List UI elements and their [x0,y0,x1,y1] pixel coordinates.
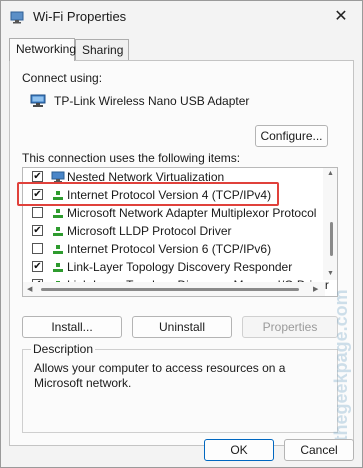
scroll-up-icon[interactable]: ▲ [327,170,334,177]
list-item[interactable]: ✔ Microsoft LLDP Protocol Driver [23,222,319,240]
item-label: Link-Layer Topology Discovery Responder [67,260,293,274]
scroll-right-icon[interactable]: ▶ [313,285,318,293]
properties-button[interactable]: Properties [242,316,338,338]
ipv4-highlight-box [17,182,279,206]
install-button[interactable]: Install... [22,316,122,338]
watermark: @thegeekpage.com [331,289,357,461]
protocol-icon [53,263,63,272]
network-adapter-icon [30,94,46,107]
item-label: Microsoft LLDP Protocol Driver [67,224,232,238]
list-item[interactable]: ✔ Link-Layer Topology Discovery Responde… [23,258,319,276]
description-title: Description [31,342,96,356]
uninstall-button[interactable]: Uninstall [132,316,232,338]
list-item[interactable]: Microsoft Network Adapter Multiplexor Pr… [23,204,319,222]
configure-button[interactable]: Configure... [255,125,328,147]
cancel-button[interactable]: Cancel [284,439,354,461]
close-button[interactable]: ✕ [326,3,356,31]
vertical-scroll-thumb[interactable] [330,222,333,256]
item-checkbox[interactable]: ✔ [32,261,43,272]
item-checkbox[interactable]: ✔ [32,171,43,182]
watermark-text: @thegeekpage.com [331,289,351,459]
adapter-name: TP-Link Wireless Nano USB Adapter [54,94,250,108]
tab-networking[interactable]: Networking [9,38,76,61]
item-label: Internet Protocol Version 6 (TCP/IPv6) [67,242,272,256]
adapter-field: TP-Link Wireless Nano USB Adapter [21,89,337,115]
protocol-icon [53,227,63,236]
network-adapter-icon [10,11,24,24]
item-label: Microsoft Network Adapter Multiplexor Pr… [67,206,317,220]
list-item[interactable]: Internet Protocol Version 6 (TCP/IPv6) [23,240,319,258]
item-checkbox[interactable]: ✔ [32,225,43,236]
items-label: This connection uses the following items… [22,151,241,165]
horizontal-scrollbar[interactable]: ◀ ▶ [23,282,325,296]
horizontal-scroll-thumb[interactable] [41,288,299,291]
connect-using-label: Connect using: [22,71,103,85]
scroll-left-icon[interactable]: ◀ [27,285,32,293]
wifi-properties-dialog: Wi-Fi Properties ✕ Networking Sharing Co… [0,0,363,468]
ok-button[interactable]: OK [204,439,274,461]
protocol-icon [53,209,63,218]
protocol-icon [53,245,63,254]
description-text: Allows your computer to access resources… [34,361,286,390]
scroll-down-icon[interactable]: ▼ [327,270,334,277]
vertical-scrollbar[interactable]: ▲ ▼ [323,168,337,280]
window-title: Wi-Fi Properties [33,9,127,24]
item-checkbox[interactable] [32,207,43,218]
tab-sharing[interactable]: Sharing [75,39,129,60]
item-checkbox[interactable] [32,243,43,254]
title-bar: Wi-Fi Properties ✕ [1,1,362,33]
